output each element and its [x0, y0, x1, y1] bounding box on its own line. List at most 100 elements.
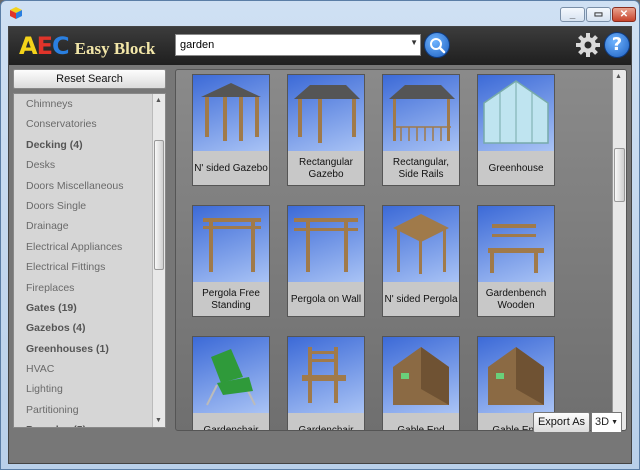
- block-preview-image: [383, 75, 459, 151]
- category-item[interactable]: Desks: [14, 155, 165, 175]
- category-item[interactable]: Lighting: [14, 379, 165, 399]
- close-icon: ✕: [619, 8, 629, 20]
- result-tile[interactable]: Pergola on Wall: [287, 205, 365, 317]
- block-preview-image: [478, 75, 554, 151]
- maximize-button[interactable]: ▭: [586, 7, 611, 22]
- category-item[interactable]: Doors Miscellaneous: [14, 176, 165, 196]
- logo-text: Easy Block: [74, 39, 156, 58]
- category-sidebar: Reset Search Chimneys Conservatories Decki…: [13, 69, 168, 431]
- gear-icon: [576, 33, 600, 57]
- results-grid: N' sided Gazebo Rectangular Gazebo Rectang…: [175, 69, 627, 431]
- chevron-down-icon[interactable]: ▼: [410, 38, 418, 47]
- scroll-down-icon[interactable]: ▼: [155, 417, 162, 424]
- tile-label-text: Pergola on Wall: [290, 294, 362, 305]
- app-logo: AEC Easy Block: [19, 32, 155, 60]
- block-preview-image: [383, 206, 459, 282]
- category-item[interactable]: Gazebos (4): [14, 318, 165, 338]
- block-preview-image: [288, 337, 364, 413]
- export-as-button[interactable]: Export As: [533, 412, 590, 433]
- tile-label: Greenhouse: [478, 153, 554, 185]
- result-tile[interactable]: Gardenbench Wooden: [477, 205, 555, 317]
- tile-label: Pergola on Wall: [288, 284, 364, 316]
- category-item[interactable]: Greenhouses (1): [14, 339, 165, 359]
- tile-label-text: Gardenchair: [298, 425, 354, 431]
- tile-label: Gardenchair: [288, 415, 364, 431]
- category-item[interactable]: Pergolas (5): [14, 420, 165, 427]
- help-icon: ?: [611, 34, 623, 55]
- tile-label-text: Pergola Free Standing: [202, 288, 260, 311]
- result-tile[interactable]: Gardenchair: [192, 336, 270, 431]
- tile-label-text: Gable End: [397, 425, 445, 431]
- category-item[interactable]: Chimneys: [14, 94, 165, 114]
- block-preview-image: [478, 337, 554, 413]
- result-tile[interactable]: Rectangular Gazebo: [287, 74, 365, 186]
- block-preview-image: [383, 337, 459, 413]
- block-preview-image: [193, 337, 269, 413]
- minimize-button[interactable]: _: [560, 7, 585, 22]
- category-item[interactable]: Electrical Fittings: [14, 257, 165, 277]
- scroll-up-icon[interactable]: ▲: [155, 97, 162, 104]
- category-item[interactable]: Electrical Appliances: [14, 237, 165, 257]
- block-preview-image: [288, 206, 364, 282]
- tile-label: Rectangular, Side Rails: [383, 153, 459, 185]
- result-tile[interactable]: Gable End: [382, 336, 460, 431]
- category-scrollbar[interactable]: ▲ ▼: [152, 94, 165, 427]
- category-item[interactable]: Partitioning: [14, 400, 165, 420]
- category-list: Chimneys Conservatories Decking (4) Desks Do…: [13, 93, 166, 428]
- tile-label-text: Rectangular Gazebo: [299, 157, 353, 180]
- tile-label: Gardenchair: [193, 415, 269, 431]
- minimize-icon: _: [569, 8, 576, 20]
- tile-label-text: Rectangular, Side Rails: [392, 157, 450, 180]
- tile-label: Gable End: [383, 415, 459, 431]
- client-area: AEC Easy Block ▼: [8, 26, 632, 464]
- close-button[interactable]: ✕: [612, 7, 636, 22]
- chevron-down-icon: ▼: [611, 419, 618, 426]
- scrollbar-thumb[interactable]: [154, 140, 164, 270]
- category-item[interactable]: Drainage: [14, 216, 165, 236]
- block-preview-image: [193, 206, 269, 282]
- maximize-icon: ▭: [593, 8, 604, 20]
- logo-mark: AEC: [19, 32, 70, 60]
- results-scrollbar[interactable]: ▲ ▼: [612, 70, 626, 430]
- tile-label: Rectangular Gazebo: [288, 153, 364, 185]
- search-input[interactable]: [176, 35, 396, 55]
- application-window: _ ▭ ✕ AEC Easy Block ▼: [0, 0, 640, 470]
- result-tile[interactable]: N' sided Gazebo: [192, 74, 270, 186]
- tile-label-text: Greenhouse: [488, 163, 544, 174]
- category-item[interactable]: Conservatories: [14, 114, 165, 134]
- result-tile[interactable]: Pergola Free Standing: [192, 205, 270, 317]
- category-item[interactable]: Doors Single: [14, 196, 165, 216]
- tile-label-text: N' sided Pergola: [384, 294, 458, 305]
- result-tile[interactable]: Gardenchair: [287, 336, 365, 431]
- result-tile[interactable]: Greenhouse: [477, 74, 555, 186]
- tile-label-text: Gardenbench Wooden: [485, 288, 547, 311]
- tile-label: Gardenbench Wooden: [478, 284, 554, 316]
- category-item[interactable]: Decking (4): [14, 135, 165, 155]
- tile-label: N' sided Pergola: [383, 284, 459, 316]
- settings-button[interactable]: [575, 32, 601, 58]
- app-cube-icon: [10, 7, 22, 19]
- tile-label: N' sided Gazebo: [193, 153, 269, 185]
- title-bar: _ ▭ ✕: [1, 1, 639, 25]
- view-mode-select[interactable]: 3D ▼: [591, 412, 622, 433]
- scroll-up-icon[interactable]: ▲: [615, 73, 622, 80]
- block-preview-image: [288, 75, 364, 151]
- header-bar: AEC Easy Block ▼: [9, 27, 631, 65]
- category-item[interactable]: Gates (19): [14, 298, 165, 318]
- tile-label-text: N' sided Gazebo: [194, 163, 268, 174]
- tile-label-text: Gardenchair: [203, 425, 259, 431]
- search-button[interactable]: [424, 32, 450, 58]
- category-item[interactable]: Fireplaces: [14, 278, 165, 298]
- tile-label: Pergola Free Standing: [193, 284, 269, 316]
- help-button[interactable]: ?: [604, 32, 630, 58]
- category-item[interactable]: HVAC: [14, 359, 165, 379]
- reset-search-button[interactable]: Reset Search: [13, 69, 166, 89]
- result-tile[interactable]: Rectangular, Side Rails: [382, 74, 460, 186]
- search-icon: [430, 38, 446, 54]
- result-tile[interactable]: N' sided Pergola: [382, 205, 460, 317]
- block-preview-image: [478, 206, 554, 282]
- block-preview-image: [193, 75, 269, 151]
- scrollbar-thumb[interactable]: [614, 148, 625, 202]
- view-mode-value: 3D: [595, 416, 610, 428]
- search-combobox[interactable]: ▼: [175, 34, 421, 56]
